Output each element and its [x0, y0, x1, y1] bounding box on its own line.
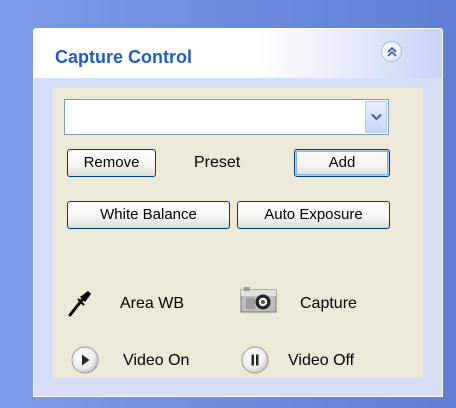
- camera-icon[interactable]: [237, 287, 280, 315]
- panel-title: Capture Control: [55, 47, 192, 67]
- video-on-label: Video On: [123, 352, 190, 369]
- play-icon[interactable]: [70, 345, 100, 375]
- video-off-label: Video Off: [288, 352, 355, 369]
- combo-dropdown-button[interactable]: [365, 101, 387, 133]
- preset-combo[interactable]: [64, 99, 389, 135]
- chevron-down-icon: [371, 113, 382, 121]
- preset-label: Preset: [194, 154, 241, 171]
- panel-header[interactable]: Capture Control: [34, 29, 442, 78]
- capture-label: Capture: [300, 295, 357, 312]
- panel-body: Remove Preset Add White Balance Auto Exp…: [53, 88, 423, 378]
- pause-icon[interactable]: [240, 345, 270, 375]
- double-chevron-up-icon: [387, 46, 397, 57]
- auto-exposure-button[interactable]: Auto Exposure: [237, 201, 390, 229]
- add-button[interactable]: Add: [294, 149, 390, 177]
- collapse-button[interactable]: [381, 41, 402, 62]
- eyedropper-icon[interactable]: [67, 288, 93, 318]
- remove-button[interactable]: Remove: [67, 149, 156, 177]
- window-background: { "panel": { "title": "Capture Control",…: [0, 0, 456, 408]
- white-balance-button[interactable]: White Balance: [67, 201, 230, 229]
- capture-control-panel: Capture Control Remove Preset Add White …: [33, 28, 443, 397]
- area-wb-label: Area WB: [120, 295, 185, 312]
